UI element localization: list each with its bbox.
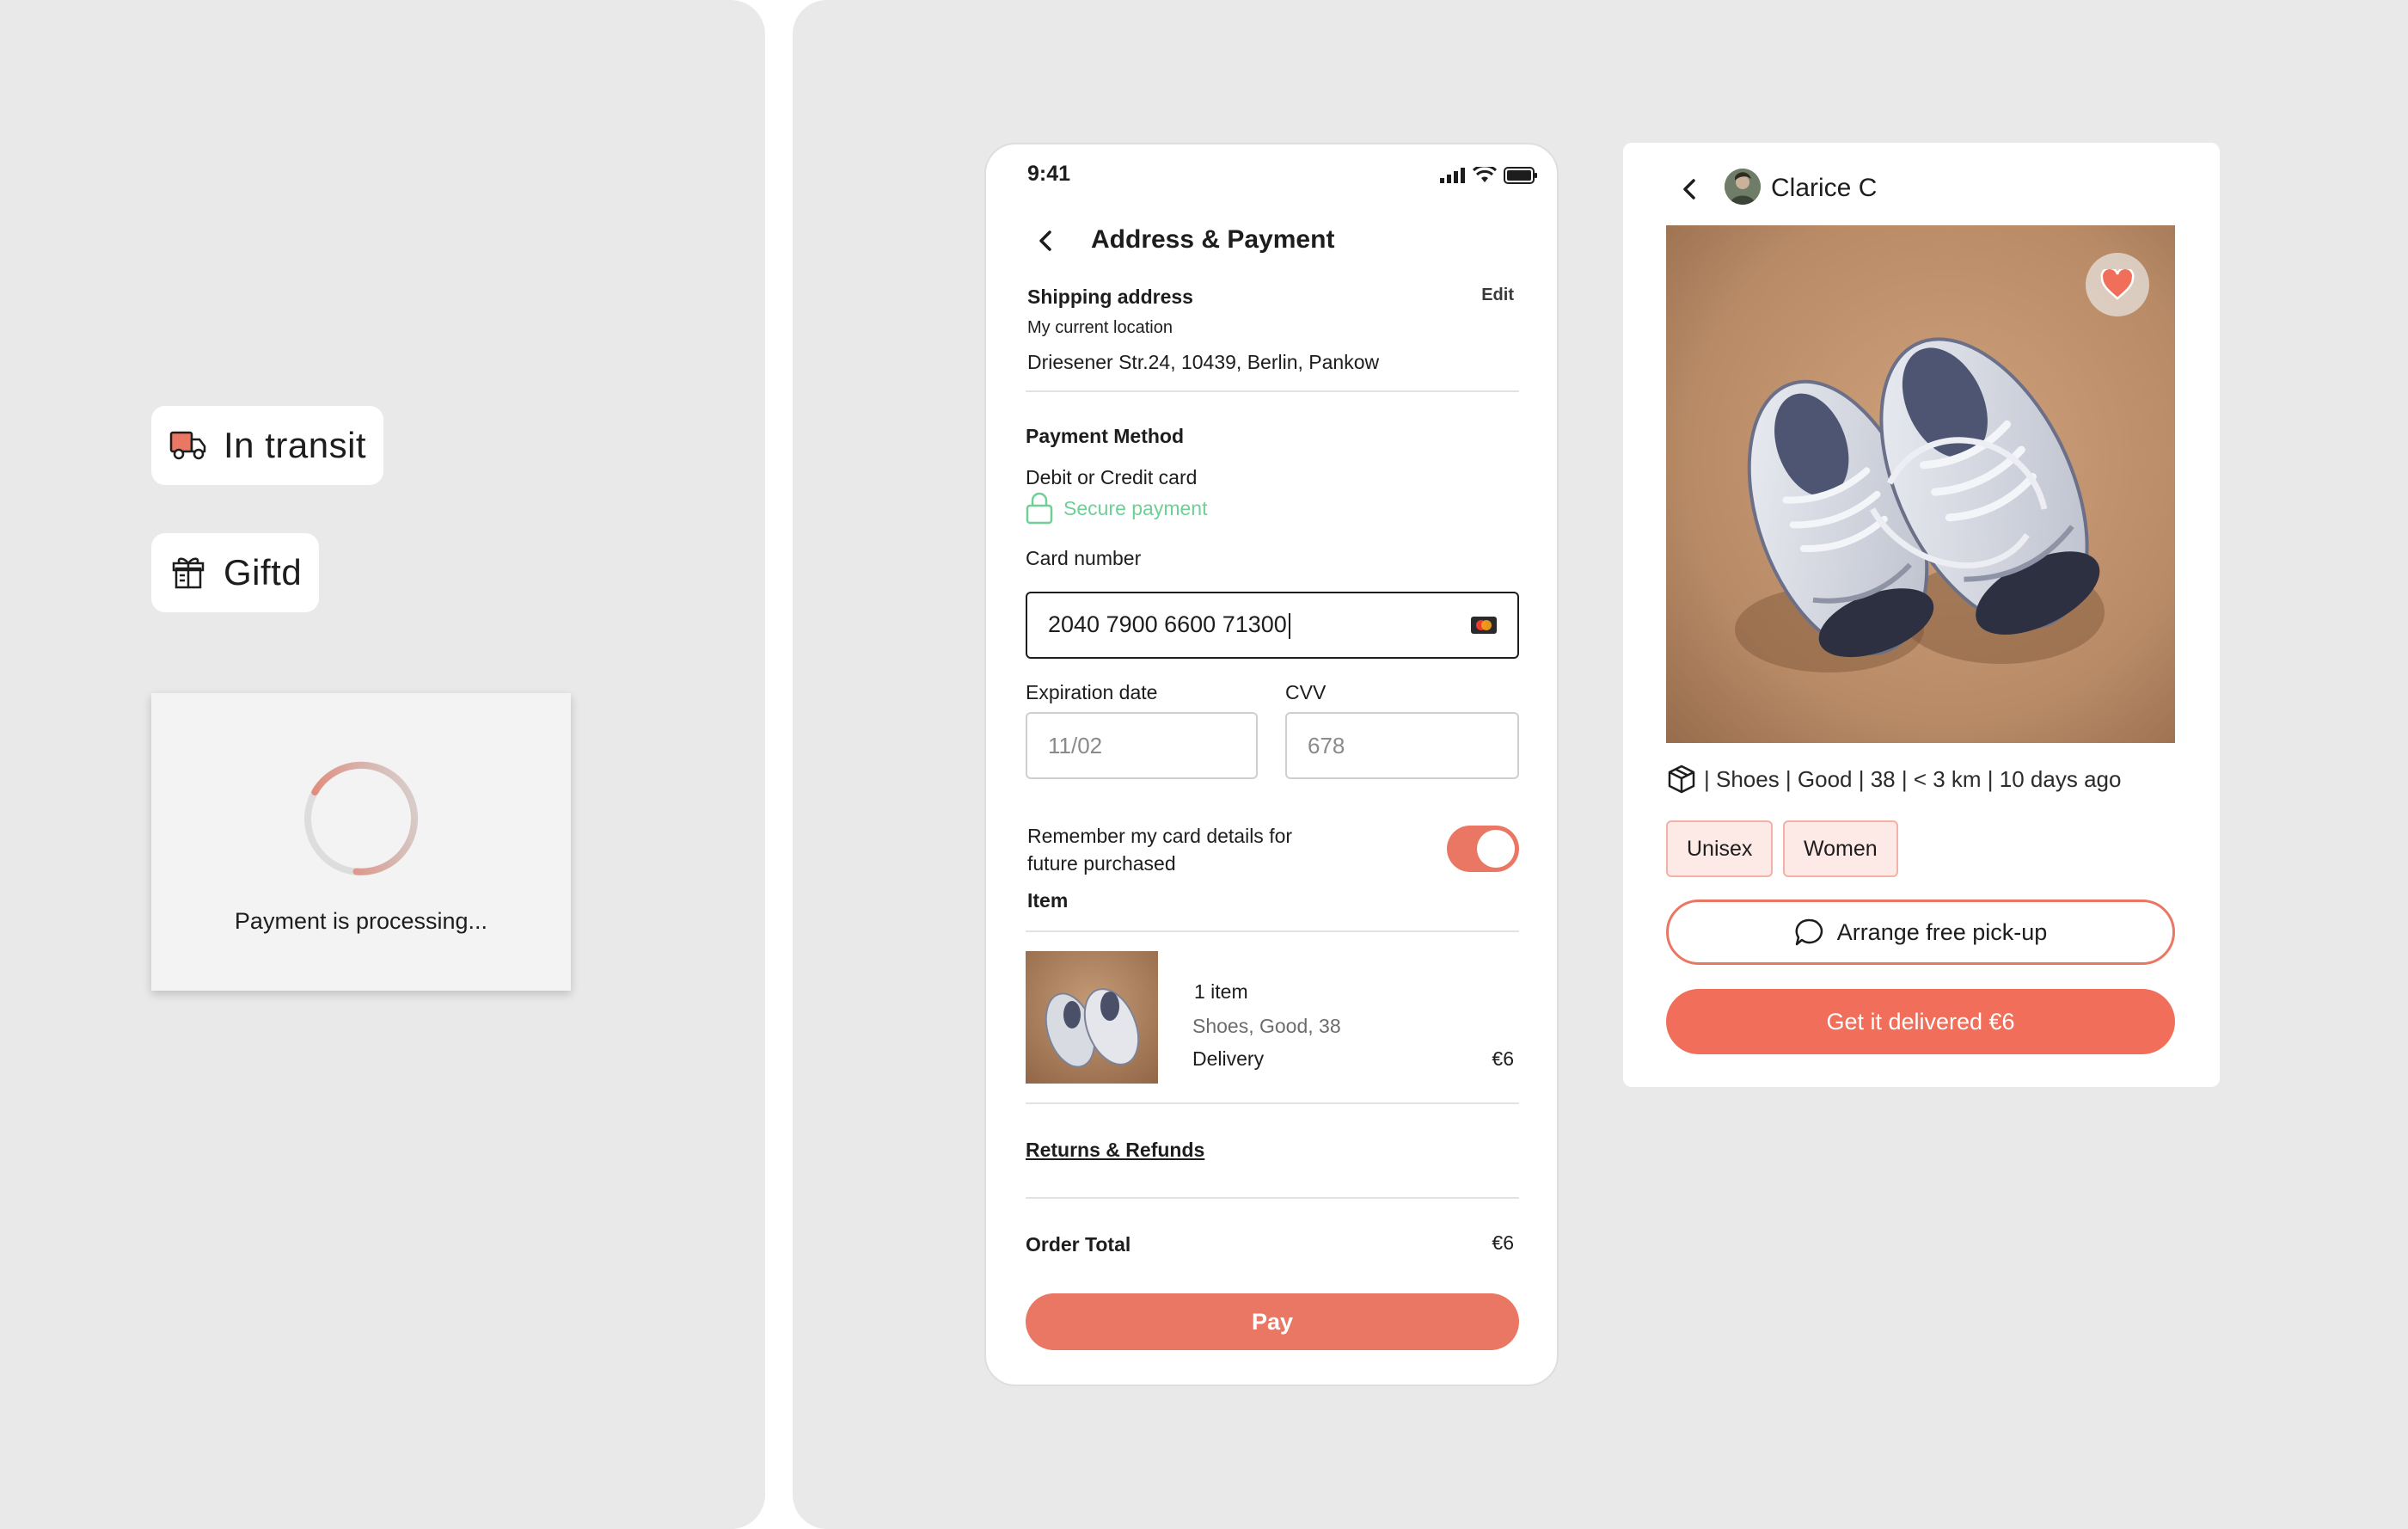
returns-refunds-link[interactable]: Returns & Refunds — [1026, 1139, 1204, 1162]
shipping-address-value: Driesener Str.24, 10439, Berlin, Pankow — [1027, 351, 1380, 373]
payment-processing-card: Payment is processing... — [151, 693, 571, 991]
text-caret — [1288, 612, 1290, 639]
divider — [1026, 1102, 1519, 1104]
arrange-pickup-label: Arrange free pick-up — [1836, 918, 2048, 945]
expiration-date-label: Expiration date — [1026, 681, 1158, 703]
order-total-label: Order Total — [1026, 1233, 1131, 1256]
gift-icon — [168, 553, 208, 593]
remember-card-label-line2: future purchased — [1027, 852, 1176, 875]
lock-icon — [1026, 492, 1053, 525]
card-number-value: 2040 7900 6600 71300 — [1048, 611, 1287, 638]
battery-icon — [1504, 167, 1537, 184]
loading-spinner-icon — [304, 761, 419, 875]
remember-card-label: Remember my card details for future purc… — [1027, 822, 1292, 877]
back-chevron-icon[interactable] — [1031, 225, 1062, 256]
expiration-date-input[interactable]: 11/02 — [1026, 712, 1258, 779]
current-location-label: My current location — [1027, 318, 1173, 337]
status-bar-time: 9:41 — [1027, 162, 1071, 186]
cvv-input[interactable]: 678 — [1285, 712, 1519, 779]
page-title: Address & Payment — [1091, 225, 1335, 254]
in-transit-chip: In transit — [151, 406, 384, 485]
item-count: 1 item — [1194, 980, 1248, 1003]
in-transit-label: In transit — [224, 425, 367, 465]
payment-phone-screen: 9:41 Address & Payment Shipping address … — [984, 143, 1559, 1386]
mastercard-icon — [1471, 617, 1497, 634]
secure-payment-row: Secure payment — [1026, 492, 1207, 525]
product-meta-row: | Shoes | Good | 38 | < 3 km | 10 days a… — [1666, 764, 2121, 795]
seller-avatar[interactable] — [1725, 169, 1761, 205]
item-thumbnail — [1026, 951, 1158, 1084]
heart-icon — [2100, 269, 2135, 300]
back-chevron-icon[interactable] — [1675, 174, 1706, 205]
delivery-label: Delivery — [1192, 1047, 1265, 1070]
remember-card-toggle[interactable] — [1447, 826, 1519, 872]
tag-unisex[interactable]: Unisex — [1666, 820, 1774, 877]
status-bar-icons — [1440, 167, 1538, 184]
item-heading: Item — [1027, 889, 1069, 912]
payment-method-type: Debit or Credit card — [1026, 466, 1198, 488]
divider — [1026, 390, 1519, 392]
favorite-button[interactable] — [2086, 253, 2149, 316]
card-number-label: Card number — [1026, 547, 1142, 569]
delivery-price: €6 — [1492, 1047, 1514, 1070]
gifted-chip: Giftd — [151, 533, 320, 612]
package-icon — [1668, 764, 1695, 794]
remember-card-label-line1: Remember my card details for — [1027, 825, 1293, 847]
secure-payment-label: Secure payment — [1063, 496, 1208, 519]
seller-name[interactable]: Clarice C — [1771, 174, 1877, 203]
processing-message: Payment is processing... — [234, 908, 488, 934]
item-description: Shoes, Good, 38 — [1192, 1015, 1341, 1037]
get-delivered-button[interactable]: Get it delivered €6 — [1666, 989, 2175, 1054]
product-meta-text: | Shoes | Good | 38 | < 3 km | 10 days a… — [1704, 765, 2122, 792]
edit-address-link[interactable]: Edit — [1481, 286, 1514, 305]
product-detail-card: Clarice C | Shoes | Good | 38 | < 3 km |… — [1623, 143, 2220, 1087]
signal-icon — [1440, 168, 1465, 183]
divider — [1026, 1197, 1519, 1199]
cvv-label: CVV — [1285, 681, 1327, 703]
arrange-pickup-button[interactable]: Arrange free pick-up — [1666, 900, 2175, 965]
divider — [1026, 930, 1519, 932]
payment-method-heading: Payment Method — [1026, 425, 1185, 447]
gifted-label: Giftd — [224, 552, 303, 593]
card-number-input[interactable]: 2040 7900 6600 71300 — [1026, 592, 1519, 659]
order-total-value: €6 — [1492, 1231, 1514, 1254]
chat-bubble-icon — [1795, 918, 1823, 946]
shipping-address-heading: Shipping address — [1027, 286, 1193, 308]
tag-women[interactable]: Women — [1783, 820, 1898, 877]
toggle-knob — [1477, 830, 1515, 868]
truck-icon — [168, 426, 208, 465]
wifi-icon — [1473, 167, 1497, 182]
pay-button[interactable]: Pay — [1026, 1293, 1519, 1350]
